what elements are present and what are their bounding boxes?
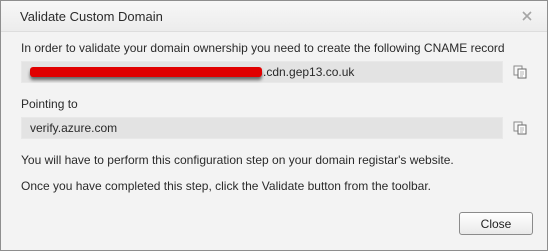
intro-text: In order to validate your domain ownersh… <box>21 41 505 55</box>
copy-icon[interactable] <box>513 65 527 79</box>
pointing-to-field: verify.azure.com <box>21 117 503 139</box>
close-x-icon[interactable] <box>521 10 533 22</box>
pointing-to-label: Pointing to <box>21 97 78 111</box>
validate-custom-domain-dialog: Validate Custom Domain In order to valid… <box>0 0 548 251</box>
dialog-titlebar[interactable]: Validate Custom Domain <box>1 1 547 32</box>
validate-note: Once you have completed this step, click… <box>21 179 432 193</box>
dialog-title: Validate Custom Domain <box>20 9 163 24</box>
pointing-to-value: verify.azure.com <box>30 121 118 135</box>
dialog-body: In order to validate your domain ownersh… <box>1 32 547 250</box>
redacted-subdomain <box>30 67 262 77</box>
cname-value-suffix: .cdn.gep13.co.uk <box>263 65 355 79</box>
close-button[interactable]: Close <box>459 212 533 235</box>
copy-icon[interactable] <box>513 121 527 135</box>
cname-record-field: .cdn.gep13.co.uk <box>21 61 503 83</box>
close-x-glyph <box>522 11 532 21</box>
registrar-note: You will have to perform this configurat… <box>21 153 454 167</box>
